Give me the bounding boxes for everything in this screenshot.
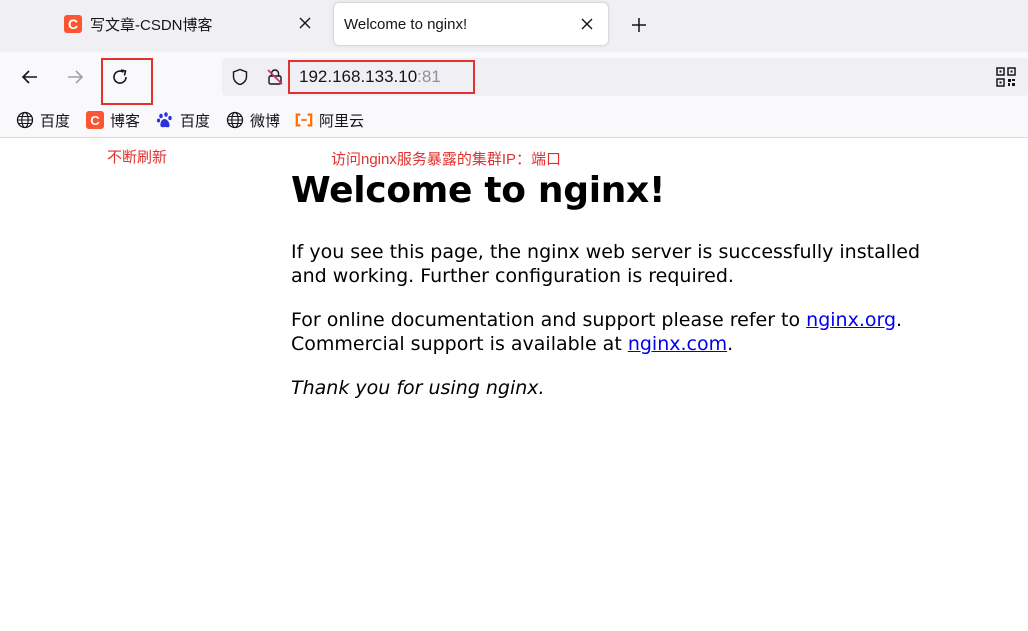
navigation-toolbar: 192.168.133.10:81 [0,52,1028,102]
close-icon[interactable] [296,14,314,32]
baidu-paw-icon [156,111,174,129]
bookmark-weibo[interactable]: 微博 [226,110,280,130]
refresh-annotation: 不断刷新 [107,149,168,166]
tab-strip: C 写文章-CSDN博客 Welcome to nginx! [0,0,1028,52]
docs-paragraph: For online documentation and support ple… [291,308,951,356]
bookmark-aliyun[interactable]: 阿里云 [295,110,364,130]
thanks-paragraph: Thank you for using nginx. [291,376,951,400]
bookmarks-toolbar: 百度 C 博客 百度 微博 阿里云 [0,102,1028,138]
globe-icon [16,111,34,129]
bookmark-baidu[interactable]: 百度 [16,110,70,130]
reload-highlight-box [101,58,153,105]
back-button[interactable] [16,63,44,91]
page-content: Welcome to nginx! If you see this page, … [291,168,951,420]
bookmark-label: 阿里云 [319,112,365,130]
close-icon[interactable] [578,15,596,33]
globe-icon [226,111,244,129]
bookmark-label: 博客 [110,112,141,130]
address-annotation: 访问nginx服务暴露的集群IP：端口 [331,151,562,168]
bookmark-baidu-2[interactable]: 百度 [156,110,210,130]
commercial-text: Commercial support is available at [291,333,628,355]
forward-arrow-icon [68,70,84,84]
intro-paragraph: If you see this page, the nginx web serv… [291,241,921,287]
qr-code-icon[interactable] [996,67,1016,87]
tab-title: 写文章-CSDN博客 [90,16,213,34]
bookmark-label: 百度 [180,112,211,130]
thanks-text: Thank you for using nginx. [291,377,545,399]
bookmark-label: 百度 [40,112,71,130]
shield-icon[interactable] [230,67,250,87]
tab-nginx[interactable]: Welcome to nginx! [333,2,609,46]
docs-text: For online documentation and support ple… [291,309,807,331]
bookmark-label: 微博 [250,112,281,130]
commercial-period: . [727,333,734,355]
nginx-com-link[interactable]: nginx.com [628,333,727,355]
address-highlight-box [288,60,475,94]
nginx-org-link[interactable]: nginx.org [806,309,896,331]
insecure-lock-icon[interactable] [265,67,285,87]
forward-button[interactable] [61,63,89,91]
docs-period: . [896,309,903,331]
page-heading: Welcome to nginx! [291,170,666,211]
tab-title: Welcome to nginx! [344,15,468,33]
csdn-icon: C [86,111,104,129]
tab-csdn[interactable]: C 写文章-CSDN博客 [56,2,326,46]
bookmark-csdn-blog[interactable]: C 博客 [86,110,140,130]
aliyun-icon [295,111,313,129]
csdn-icon: C [64,15,82,33]
back-arrow-icon [21,70,37,84]
new-tab-button[interactable] [626,12,652,38]
